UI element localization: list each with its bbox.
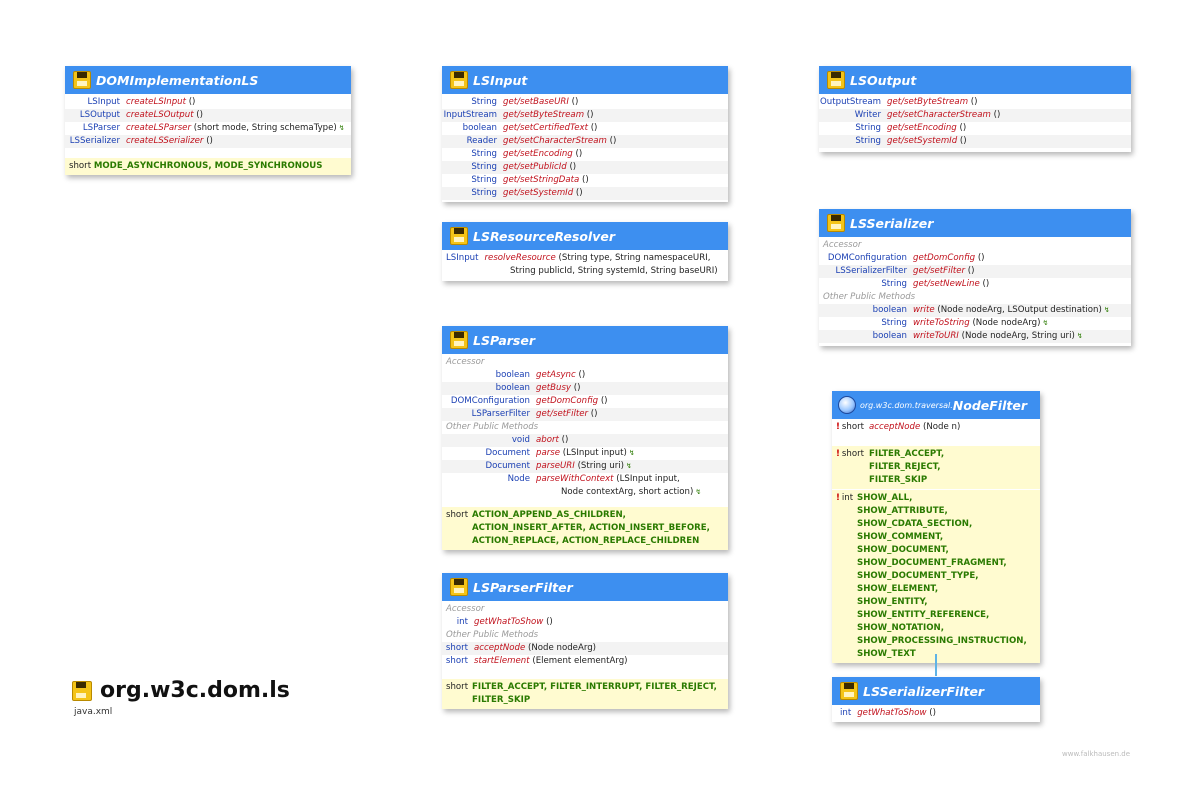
method-row: Writer get/setCharacterStream () (819, 109, 1131, 122)
method-row: boolean get/setCertifiedText () (462, 123, 598, 133)
class-title: NodeFilter (952, 397, 1027, 413)
method-row: Node parseWithContext (LSInput input, (507, 474, 680, 484)
method-row: String get/setEncoding () (855, 123, 967, 133)
method-row: String get/setNewLine () (881, 279, 990, 289)
method-row: DOMConfiguration getDomConfig () (450, 396, 608, 406)
class-title: LSSerializerFilter (863, 683, 985, 699)
external-package-icon (838, 396, 856, 414)
package-title: org.w3c.dom.ls (72, 678, 290, 703)
section-label: Accessor (446, 604, 485, 614)
method-row: DOMConfiguration getDomConfig () (827, 253, 985, 263)
method-row: InputStream get/setByteStream () (442, 109, 728, 122)
class-ls-resource-resolver: LSResourceResolver LSInput resolveResourc… (442, 222, 728, 281)
class-ls-input: LSInput String get/setBaseURI () InputStr… (442, 66, 728, 202)
ls-parser-header: LSParser (442, 326, 728, 354)
method-row: int getWhatToShow () (456, 617, 553, 627)
class-ls-serializer-filter: LSSerializerFilter int getWhatToShow () (832, 677, 1040, 722)
method-row-continuation: String publicId, String systemId, String… (510, 266, 718, 276)
constants: short FILTER_ACCEPT, FILTER_INTERRUPT, F… (442, 679, 728, 709)
section-label: Other Public Methods (446, 422, 539, 432)
method-row: Reader get/setCharacterStream () (442, 135, 728, 148)
constants: ! short FILTER_ACCEPT, FILTER_REJECT, FIL… (832, 446, 1040, 490)
method-row: String get/setSystemId () (442, 187, 728, 200)
inheritance-connector (935, 654, 937, 676)
method-row: String get/setStringData () (471, 175, 589, 185)
class-title: LSInput (473, 72, 528, 88)
method-row: String writeToString (Node nodeArg) ↯ (881, 318, 1049, 328)
section-label: Other Public Methods (446, 630, 539, 640)
method-row: boolean getBusy () (442, 382, 728, 395)
class-ls-parser-filter: LSParserFilter Accessor int getWhatToShow… (442, 573, 728, 709)
method-row: String get/setPublicId () (442, 161, 728, 174)
method-row: LSInput createLSInput () (87, 97, 196, 107)
method-row: LSParser createLSParser (short mode, Stri… (82, 123, 345, 133)
constants: short ACTION_APPEND_AS_CHILDREN, ACTION_… (442, 507, 728, 550)
dom-implementation-ls-header: DOMImplementationLS (65, 66, 351, 94)
method-row: String get/setSystemId () (819, 135, 1131, 148)
method-row-continuation: Node contextArg, short action) ↯ (561, 487, 702, 497)
method-row: int getWhatToShow () (840, 708, 936, 718)
class-title: LSParser (473, 332, 536, 348)
class-ls-parser: LSParser Accessor boolean getAsync () boo… (442, 326, 728, 550)
class-title: LSResourceResolver (473, 228, 616, 244)
interface-icon (450, 578, 468, 596)
class-title: DOMImplementationLS (96, 72, 259, 88)
constants: ! int SHOW_ALL, SHOW_ATTRIBUTE, SHOW_CDAT… (832, 490, 1040, 663)
node-filter-header: org.w3c.dom.traversal. NodeFilter (832, 391, 1040, 419)
interface-icon (450, 227, 468, 245)
method-row: LSParserFilter get/setFilter () (442, 408, 728, 421)
section-label: Accessor (446, 357, 485, 367)
method-row: short startElement (Element elementArg) (445, 656, 628, 666)
package-icon (72, 680, 92, 701)
method-row: void abort () (442, 434, 728, 447)
ls-output-header: LSOutput (819, 66, 1131, 94)
method-row: ! short acceptNode (Node n) (836, 422, 961, 432)
method-row: LSOutput createLSOutput () (65, 109, 351, 122)
interface-icon (73, 71, 91, 89)
interface-icon (827, 214, 845, 232)
method-row: LSSerializerFilter get/setFilter () (819, 265, 1131, 278)
method-row: Document parse (LSInput input) ↯ (485, 448, 635, 458)
class-title: LSOutput (850, 72, 917, 88)
method-row: boolean write (Node nodeArg, LSOutput des… (819, 304, 1131, 317)
class-title: LSParserFilter (473, 579, 573, 595)
method-row: Document parseURI (String uri) ↯ (442, 460, 728, 473)
method-row: LSSerializer createLSSerializer () (65, 135, 351, 148)
class-node-filter: org.w3c.dom.traversal. NodeFilter ! short a… (832, 391, 1040, 663)
class-ls-serializer: LSSerializer Accessor DOMConfiguration ge… (819, 209, 1131, 346)
ls-resource-resolver-header: LSResourceResolver (442, 222, 728, 250)
section-label: Other Public Methods (823, 292, 916, 302)
class-dom-implementation-ls: DOMImplementationLS LSInput createLSInput… (65, 66, 351, 175)
method-row: LSInput resolveResource (String type, Str… (446, 253, 711, 263)
method-row: boolean writeToURI (Node nodeArg, String … (819, 330, 1131, 343)
module-name: java.xml (74, 707, 113, 717)
class-title: LSSerializer (850, 215, 934, 231)
interface-icon (840, 682, 858, 700)
method-row: short acceptNode (Node nodeArg) (442, 642, 728, 655)
method-row: String get/setEncoding () (471, 149, 583, 159)
method-row: OutputStream get/setByteStream () (820, 97, 978, 107)
section-label: Accessor (823, 240, 862, 250)
method-row: String get/setBaseURI () (471, 97, 579, 107)
ls-serializer-filter-header: LSSerializerFilter (832, 677, 1040, 705)
ls-parser-filter-header: LSParserFilter (442, 573, 728, 601)
interface-icon (827, 71, 845, 89)
ls-input-header: LSInput (442, 66, 728, 94)
interface-icon (450, 71, 468, 89)
class-ls-output: LSOutput OutputStream get/setByteStream (… (819, 66, 1131, 152)
package-prefix: org.w3c.dom.traversal. (860, 400, 953, 410)
ls-serializer-header: LSSerializer (819, 209, 1131, 237)
method-row: boolean getAsync () (495, 370, 586, 380)
credit: www.falkhausen.de (1062, 750, 1131, 758)
package-name: org.w3c.dom.ls (100, 678, 290, 703)
constants: short MODE_ASYNCHRONOUS, MODE_SYNCHRONOU… (65, 158, 351, 175)
interface-icon (450, 331, 468, 349)
